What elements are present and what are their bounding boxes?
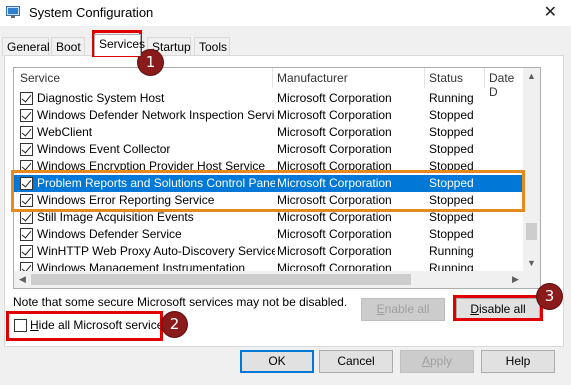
service-status: Stopped bbox=[429, 227, 474, 241]
disable-all-highlight bbox=[453, 295, 543, 321]
step-2-badge: 2 bbox=[162, 312, 187, 337]
selected-services-highlight bbox=[11, 170, 525, 212]
table-row[interactable]: Windows Defender Service Microsoft Corpor… bbox=[14, 226, 524, 243]
column-header-status[interactable]: Status bbox=[429, 71, 463, 87]
service-checkbox[interactable] bbox=[20, 109, 33, 122]
table-row[interactable]: Windows Event Collector Microsoft Corpora… bbox=[14, 141, 524, 158]
service-status: Stopped bbox=[429, 125, 474, 139]
system-config-app-icon bbox=[6, 6, 20, 18]
scroll-right-icon[interactable]: ▶ bbox=[507, 271, 524, 288]
table-row[interactable]: Diagnostic System Host Microsoft Corporat… bbox=[14, 90, 524, 107]
horizontal-scrollbar[interactable]: ◀ ▶ bbox=[14, 271, 524, 288]
service-manufacturer: Microsoft Corporation bbox=[277, 91, 392, 105]
service-manufacturer: Microsoft Corporation bbox=[277, 125, 392, 139]
service-checkbox[interactable] bbox=[20, 92, 33, 105]
service-checkbox[interactable] bbox=[20, 228, 33, 241]
service-manufacturer: Microsoft Corporation bbox=[277, 210, 392, 224]
vertical-scroll-thumb[interactable] bbox=[526, 223, 537, 240]
service-status: Stopped bbox=[429, 108, 474, 122]
step-3-badge: 3 bbox=[537, 284, 562, 309]
service-name: Still Image Acquisition Events bbox=[37, 210, 194, 224]
window-title: System Configuration bbox=[29, 5, 154, 20]
service-name: Windows Defender Service bbox=[37, 227, 182, 241]
tab-boot[interactable]: Boot bbox=[51, 37, 85, 56]
service-manufacturer: Microsoft Corporation bbox=[277, 244, 392, 258]
service-status: Running bbox=[429, 91, 474, 105]
service-name: Diagnostic System Host bbox=[37, 91, 165, 105]
column-header-date[interactable]: Date D bbox=[489, 71, 524, 99]
service-name: Windows Event Collector bbox=[37, 142, 171, 156]
enable-all-button[interactable]: Enable all bbox=[361, 298, 445, 321]
service-status: Stopped bbox=[429, 142, 474, 156]
service-checkbox[interactable] bbox=[20, 126, 33, 139]
secure-services-note: Note that some secure Microsoft services… bbox=[13, 295, 348, 309]
step-1-badge: 1 bbox=[138, 50, 163, 75]
table-row[interactable]: WebClient Microsoft Corporation Stopped bbox=[14, 124, 524, 141]
tab-general[interactable]: General bbox=[2, 37, 50, 56]
scroll-up-icon[interactable]: ▲ bbox=[523, 68, 540, 85]
service-status: Stopped bbox=[429, 210, 474, 224]
help-button[interactable]: Help bbox=[481, 350, 555, 373]
service-manufacturer: Microsoft Corporation bbox=[277, 108, 392, 122]
service-name: WinHTTP Web Proxy Auto-Discovery Service bbox=[37, 244, 275, 258]
table-row[interactable]: WinHTTP Web Proxy Auto-Discovery Service… bbox=[14, 243, 524, 260]
horizontal-scroll-thumb[interactable] bbox=[31, 274, 411, 285]
service-name: Windows Defender Network Inspection Serv… bbox=[37, 108, 275, 122]
column-divider[interactable] bbox=[272, 68, 273, 88]
service-manufacturer: Microsoft Corporation bbox=[277, 142, 392, 156]
tab-strip: General Boot Services Startup Tools bbox=[0, 34, 571, 56]
title-bar: System Configuration ✕ bbox=[0, 0, 571, 26]
column-header-manufacturer[interactable]: Manufacturer bbox=[277, 71, 348, 87]
hide-services-highlight bbox=[6, 311, 163, 341]
list-header: Service Manufacturer Status Date D bbox=[14, 68, 524, 99]
service-checkbox[interactable] bbox=[20, 143, 33, 156]
scrollbar-corner bbox=[523, 271, 540, 288]
column-divider[interactable] bbox=[424, 68, 425, 88]
close-icon[interactable]: ✕ bbox=[544, 2, 557, 22]
vertical-scrollbar[interactable]: ▲ ▼ bbox=[523, 68, 540, 272]
ok-button[interactable]: OK bbox=[240, 350, 314, 373]
column-header-service[interactable]: Service bbox=[20, 71, 60, 87]
column-divider[interactable] bbox=[484, 68, 485, 88]
service-manufacturer: Microsoft Corporation bbox=[277, 227, 392, 241]
cancel-button[interactable]: Cancel bbox=[319, 350, 393, 373]
table-row[interactable]: Windows Defender Network Inspection Serv… bbox=[14, 107, 524, 124]
apply-button[interactable]: Apply bbox=[400, 350, 474, 373]
tab-tools[interactable]: Tools bbox=[194, 37, 230, 56]
service-checkbox[interactable] bbox=[20, 245, 33, 258]
scroll-down-icon[interactable]: ▼ bbox=[523, 255, 540, 272]
tab-services[interactable]: Services bbox=[94, 34, 145, 56]
service-name: WebClient bbox=[37, 125, 93, 139]
scroll-left-icon[interactable]: ◀ bbox=[14, 271, 31, 288]
service-status: Running bbox=[429, 244, 474, 258]
service-checkbox[interactable] bbox=[20, 211, 33, 224]
